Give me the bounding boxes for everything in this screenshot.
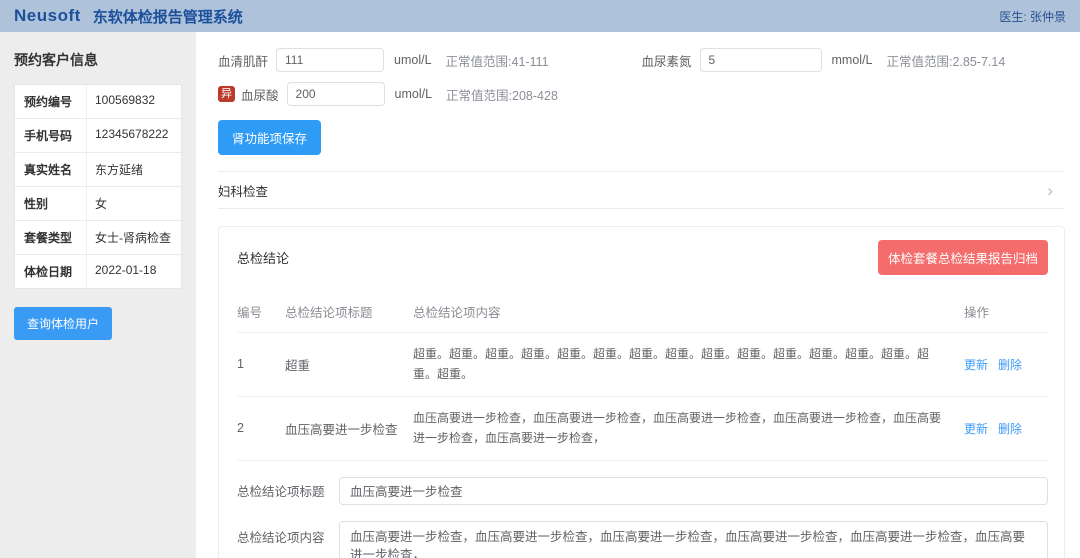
- brand-logo: Neusoft: [14, 6, 81, 26]
- update-link[interactable]: 更新: [964, 356, 988, 373]
- customer-info-table: 预约编号 100569832 手机号码 12345678222 真实姓名 东方延…: [14, 84, 182, 289]
- table-row: 2 血压高要进一步检查 血压高要进一步检查，血压高要进一步检查，血压高要进一步检…: [237, 397, 1048, 461]
- row-actions: 更新 删除: [964, 345, 1048, 384]
- row-actions: 更新 删除: [964, 409, 1048, 448]
- col-header-content: 总检结论项内容: [413, 291, 964, 332]
- row-content: 血压高要进一步检查，血压高要进一步检查，血压高要进一步检查，血压高要进一步检查，…: [413, 397, 964, 460]
- update-link[interactable]: 更新: [964, 420, 988, 437]
- normal-range-label: 正常值范围:41-111: [446, 51, 549, 70]
- table-row: 手机号码 12345678222: [15, 119, 181, 153]
- kidney-function-save-button[interactable]: 肾功能项保存: [218, 120, 321, 155]
- conclusion-table: 编号 总检结论项标题 总检结论项内容 操作 1 超重 超重。超重。超重。超重。超…: [237, 291, 1048, 461]
- field-value: 100569832: [87, 85, 181, 118]
- table-header-row: 编号 总检结论项标题 总检结论项内容 操作: [237, 291, 1048, 333]
- doctor-label: 医生: 张仲景: [999, 8, 1066, 25]
- conclusion-title-input[interactable]: [339, 477, 1048, 505]
- lab-label: 血尿素氮: [642, 51, 692, 70]
- field-value: 东方延绪: [87, 153, 181, 186]
- table-row: 1 超重 超重。超重。超重。超重。超重。超重。超重。超重。超重。超重。超重。超重…: [237, 333, 1048, 397]
- table-row: 性别 女: [15, 187, 181, 221]
- field-value: 12345678222: [87, 119, 181, 152]
- sidebar-title: 预约客户信息: [14, 50, 182, 70]
- blood-uric-acid-input[interactable]: [287, 82, 385, 106]
- app-title: 东软体检报告管理系统: [93, 6, 243, 27]
- serum-creatinine-input[interactable]: [276, 48, 384, 72]
- field-value: 女士-肾病检查: [87, 221, 181, 254]
- delete-link[interactable]: 删除: [998, 356, 1022, 373]
- query-user-button[interactable]: 查询体检用户: [14, 307, 112, 340]
- table-row: 预约编号 100569832: [15, 85, 181, 119]
- table-row: 套餐类型 女士-肾病检查: [15, 221, 181, 255]
- row-title: 超重: [285, 344, 413, 385]
- conclusion-title-row: 总检结论项标题: [237, 477, 1048, 505]
- sidebar: 预约客户信息 预约编号 100569832 手机号码 12345678222 真…: [0, 32, 196, 558]
- normal-range-label: 正常值范围:2.85-7.14: [887, 51, 1006, 70]
- lab-label: 血尿酸: [241, 85, 279, 104]
- unit-label: mmol/L: [832, 53, 873, 67]
- field-value: 2022-01-18: [87, 255, 181, 288]
- delete-link[interactable]: 删除: [998, 420, 1022, 437]
- field-label: 体检日期: [15, 255, 87, 288]
- blood-urea-nitrogen-input[interactable]: [700, 48, 822, 72]
- main-content: 血清肌酐 umol/L 正常值范围:41-111 血尿素氮 mmol/L 正常值…: [196, 32, 1080, 558]
- row-no: 1: [237, 346, 285, 382]
- kidney-function-form: 血清肌酐 umol/L 正常值范围:41-111 血尿素氮 mmol/L 正常值…: [218, 48, 1065, 106]
- abnormal-badge: 异: [218, 86, 235, 102]
- col-header-actions: 操作: [964, 291, 1048, 332]
- normal-range-label: 正常值范围:208-428: [446, 85, 558, 104]
- conclusion-content-textarea[interactable]: 血压高要进一步检查，血压高要进一步检查，血压高要进一步检查，血压高要进一步检查，…: [339, 521, 1048, 558]
- gynecology-section-toggle[interactable]: 妇科检查 ›: [218, 171, 1065, 209]
- row-content: 超重。超重。超重。超重。超重。超重。超重。超重。超重。超重。超重。超重。超重。超…: [413, 333, 964, 396]
- field-label: 性别: [15, 187, 87, 220]
- conclusion-title-label: 总检结论项标题: [237, 481, 327, 500]
- lab-item-blood-urea-nitrogen: 血尿素氮 mmol/L 正常值范围:2.85-7.14: [642, 48, 1066, 72]
- archive-report-button[interactable]: 体检套餐总检结果报告归档: [878, 240, 1048, 275]
- col-header-title: 总检结论项标题: [285, 291, 413, 332]
- table-row: 真实姓名 东方延绪: [15, 153, 181, 187]
- lab-label: 血清肌酐: [218, 51, 268, 70]
- panel-title: 总检结论: [237, 248, 289, 267]
- field-value: 女: [87, 187, 181, 220]
- table-row: 体检日期 2022-01-18: [15, 255, 181, 288]
- conclusion-panel: 总检结论 体检套餐总检结果报告归档 编号 总检结论项标题 总检结论项内容 操作 …: [218, 226, 1065, 558]
- section-label: 妇科检查: [218, 181, 268, 200]
- lab-item-serum-creatinine: 血清肌酐 umol/L 正常值范围:41-111: [218, 48, 642, 72]
- page-layout: 预约客户信息 预约编号 100569832 手机号码 12345678222 真…: [0, 32, 1080, 558]
- field-label: 套餐类型: [15, 221, 87, 254]
- app-header: Neusoft 东软体检报告管理系统 医生: 张仲景: [0, 0, 1080, 32]
- conclusion-content-label: 总检结论项内容: [237, 521, 327, 546]
- row-no: 2: [237, 410, 285, 446]
- conclusion-panel-header: 总检结论 体检套餐总检结果报告归档: [237, 240, 1048, 275]
- conclusion-content-row: 总检结论项内容 血压高要进一步检查，血压高要进一步检查，血压高要进一步检查，血压…: [237, 521, 1048, 558]
- chevron-right-icon: ›: [1047, 182, 1053, 199]
- field-label: 真实姓名: [15, 153, 87, 186]
- row-title: 血压高要进一步检查: [285, 408, 413, 449]
- field-label: 预约编号: [15, 85, 87, 118]
- col-header-no: 编号: [237, 291, 285, 332]
- field-label: 手机号码: [15, 119, 87, 152]
- unit-label: umol/L: [394, 53, 432, 67]
- lab-item-blood-uric-acid: 异 血尿酸 umol/L 正常值范围:208-428: [218, 82, 642, 106]
- unit-label: umol/L: [395, 87, 433, 101]
